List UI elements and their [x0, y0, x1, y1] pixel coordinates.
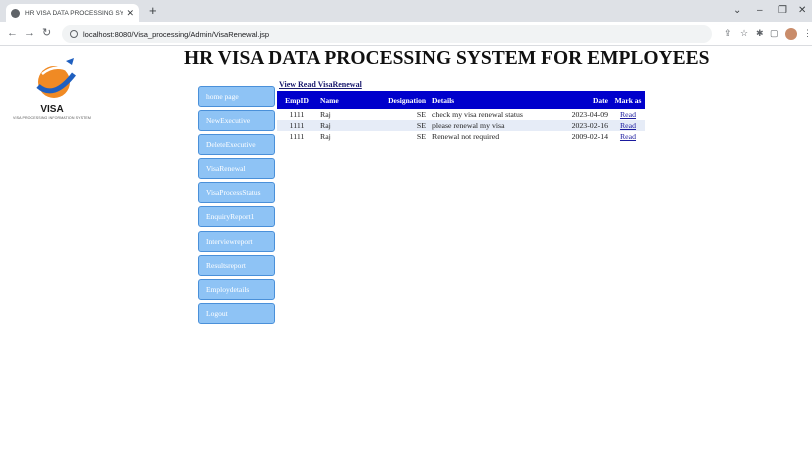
globe-icon: [11, 8, 20, 18]
menu-kebab-icon[interactable]: ⋮: [803, 28, 812, 39]
col-name: Name: [317, 91, 375, 109]
table-header-row: EmpID Name Designation Details Date Mark…: [277, 91, 645, 109]
browser-tab[interactable]: HR VISA DATA PROCESSING SYS ✕: [6, 4, 139, 22]
cell-name: Raj: [320, 132, 331, 141]
sidebar-item-enquiry-report[interactable]: EnquiryReport1: [198, 206, 275, 228]
view-read-visa-renewal-link[interactable]: View Read VisaRenewal: [279, 80, 362, 89]
table-row: 1111 Raj SE Renewal not required 2009-02…: [277, 131, 645, 142]
sidepanel-icon[interactable]: ▢: [770, 28, 779, 39]
cell-name: Raj: [317, 120, 375, 131]
read-link[interactable]: Read: [620, 110, 636, 119]
cell-name: Raj: [320, 110, 331, 119]
page-title: HR VISA DATA PROCESSING SYSTEM FOR EMPLO…: [184, 48, 710, 69]
cell-empid: 1111: [289, 132, 305, 141]
logo-label: VISA: [40, 104, 64, 115]
site-info-icon[interactable]: [70, 30, 78, 38]
visa-renewal-table: EmpID Name Designation Details Date Mark…: [277, 91, 645, 142]
cell-date: 2009-02-14: [571, 132, 608, 141]
restore-icon[interactable]: ❐: [778, 5, 787, 17]
sidebar-item-visa-renewal[interactable]: VisaRenewal: [198, 158, 275, 180]
sidebar-item-results-report[interactable]: Resultsreport: [198, 254, 275, 276]
read-link[interactable]: Read: [620, 121, 636, 130]
sidebar-item-new-executive[interactable]: NewExecutive: [198, 110, 275, 132]
share-icon[interactable]: ⇪: [724, 28, 732, 39]
table-row: 1111 Raj SE check my visa renewal status…: [277, 109, 645, 120]
bookmark-star-icon[interactable]: ☆: [740, 28, 748, 39]
cell-empid: 1111: [289, 110, 305, 119]
cell-details: check my visa renewal status: [432, 110, 523, 119]
cell-designation: SE: [375, 120, 429, 131]
back-icon[interactable]: ←: [7, 27, 18, 40]
browser-tabstrip: HR VISA DATA PROCESSING SYS ✕ + ⌄ – ❐ ✕: [0, 0, 812, 22]
url-field[interactable]: localhost:8080/Visa_processing/Admin/Vis…: [62, 25, 712, 43]
cell-action: Read: [611, 109, 645, 120]
url-text: localhost:8080/Visa_processing/Admin/Vis…: [83, 29, 270, 39]
sidebar-item-delete-executive[interactable]: DeleteExecutive: [198, 134, 275, 156]
sidebar-item-employ-details[interactable]: Employdetails: [198, 278, 275, 300]
profile-avatar[interactable]: [785, 28, 797, 40]
new-tab-icon[interactable]: +: [149, 4, 157, 18]
col-mark-as: Mark as: [611, 91, 645, 109]
cell-date: 2023-02-16: [559, 120, 611, 131]
cell-details: Renewal not required: [432, 132, 500, 141]
sidebar-nav: home page NewExecutive DeleteExecutive V…: [198, 86, 275, 327]
col-designation: Designation: [375, 91, 429, 109]
cell-designation: SE: [416, 132, 426, 141]
cell-empid: 1111: [277, 120, 317, 131]
minimize-icon[interactable]: –: [757, 5, 763, 17]
tab-title: HR VISA DATA PROCESSING SYS: [25, 9, 124, 17]
sidebar-item-home-page[interactable]: home page: [198, 86, 275, 107]
cell-details: please renewal my visa: [429, 120, 559, 131]
col-empid: EmpID: [277, 91, 317, 109]
cell-designation: SE: [416, 110, 426, 119]
sidebar-item-interview-report[interactable]: Interviewreport: [198, 230, 275, 252]
address-bar: ← → ↻ localhost:8080/Visa_processing/Adm…: [0, 22, 812, 46]
extensions-icon[interactable]: ✱: [756, 28, 764, 39]
chevron-down-icon[interactable]: ⌄: [733, 5, 741, 17]
close-tab-icon[interactable]: ✕: [126, 8, 134, 19]
forward-icon[interactable]: →: [24, 27, 35, 40]
read-link[interactable]: Read: [620, 132, 636, 141]
plane-icon: [66, 58, 74, 65]
sidebar-item-logout[interactable]: Logout: [198, 302, 275, 324]
cell-date: 2023-04-09: [571, 110, 608, 119]
logo-subtitle: VISA PROCESSING INFORMATION SYSTEM: [12, 116, 91, 120]
col-details: Details: [429, 91, 559, 109]
sidebar-item-visa-process-status[interactable]: VisaProcessStatus: [198, 182, 275, 204]
cell-action: Read: [611, 120, 645, 131]
table-row: 1111 Raj SE please renewal my visa 2023-…: [277, 120, 645, 131]
col-date: Date: [559, 91, 611, 109]
reload-icon[interactable]: ↻: [42, 27, 51, 40]
close-window-icon[interactable]: ✕: [798, 5, 806, 17]
cell-action: Read: [611, 131, 645, 142]
